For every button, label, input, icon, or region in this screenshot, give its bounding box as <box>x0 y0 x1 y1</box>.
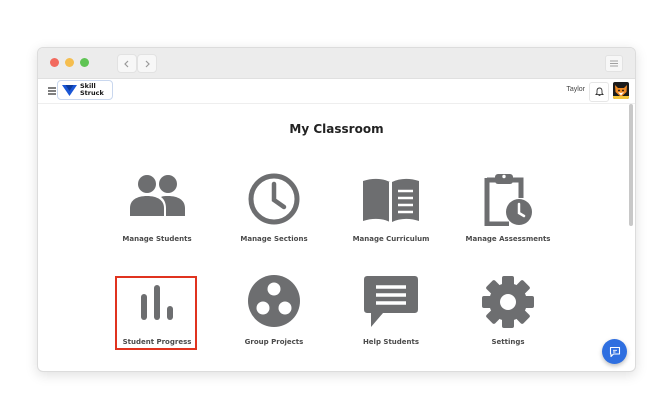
title-bar <box>38 48 635 79</box>
back-button[interactable] <box>117 54 137 73</box>
bell-icon <box>594 87 604 96</box>
tile-group-projects[interactable]: Group Projects <box>219 274 329 349</box>
open-book-icon <box>363 178 419 222</box>
forward-button[interactable] <box>137 54 157 73</box>
notifications-button[interactable] <box>589 82 609 102</box>
user-name[interactable]: Taylor <box>566 86 585 93</box>
logo-line-2: Struck <box>80 89 104 97</box>
zoom-window-button[interactable] <box>80 58 89 67</box>
minimize-window-button[interactable] <box>65 58 74 67</box>
close-window-button[interactable] <box>50 58 59 67</box>
tile-manage-sections[interactable]: Manage Sections <box>219 172 329 247</box>
logo-text: Skill Struck <box>80 83 106 97</box>
chevron-left-icon <box>124 60 129 67</box>
chat-icon <box>609 346 620 357</box>
chat-support-button[interactable] <box>602 339 627 364</box>
tile-label: Manage Assessments <box>465 235 551 243</box>
gear-icon <box>482 276 534 328</box>
tile-manage-curriculum[interactable]: Manage Curriculum <box>336 172 446 247</box>
fox-avatar-icon <box>613 82 629 99</box>
group-circles-icon <box>248 275 300 327</box>
lines-icon <box>610 60 618 67</box>
app-header: Skill Struck Taylor <box>38 79 635 104</box>
tile-manage-students[interactable]: Manage Students <box>102 172 212 247</box>
clipboard-clock-icon <box>484 174 532 226</box>
page-title: My Classroom <box>289 122 384 136</box>
tile-label: Help Students <box>362 338 420 346</box>
tile-label: Manage Students <box>122 235 192 243</box>
tile-help-students[interactable]: Help Students <box>336 274 446 349</box>
tile-manage-assessments[interactable]: Manage Assessments <box>453 172 563 247</box>
logo-mark-icon <box>62 84 77 96</box>
clock-icon <box>248 173 300 225</box>
window-menu-button[interactable] <box>605 55 623 72</box>
tile-label: Manage Curriculum <box>352 235 430 243</box>
chat-bubble-icon <box>364 276 418 327</box>
chevron-right-icon <box>145 60 150 67</box>
tile-settings[interactable]: Settings <box>453 274 563 349</box>
tile-label: Group Projects <box>244 338 304 346</box>
user-avatar[interactable] <box>613 82 629 99</box>
people-icon <box>130 175 185 216</box>
tile-label: Settings <box>491 338 525 346</box>
skillstruck-logo[interactable]: Skill Struck <box>57 80 113 100</box>
browser-window: Skill Struck Taylor My Classroom Manage … <box>37 47 636 372</box>
highlight-box <box>115 276 197 350</box>
tile-label: Manage Sections <box>240 235 308 243</box>
